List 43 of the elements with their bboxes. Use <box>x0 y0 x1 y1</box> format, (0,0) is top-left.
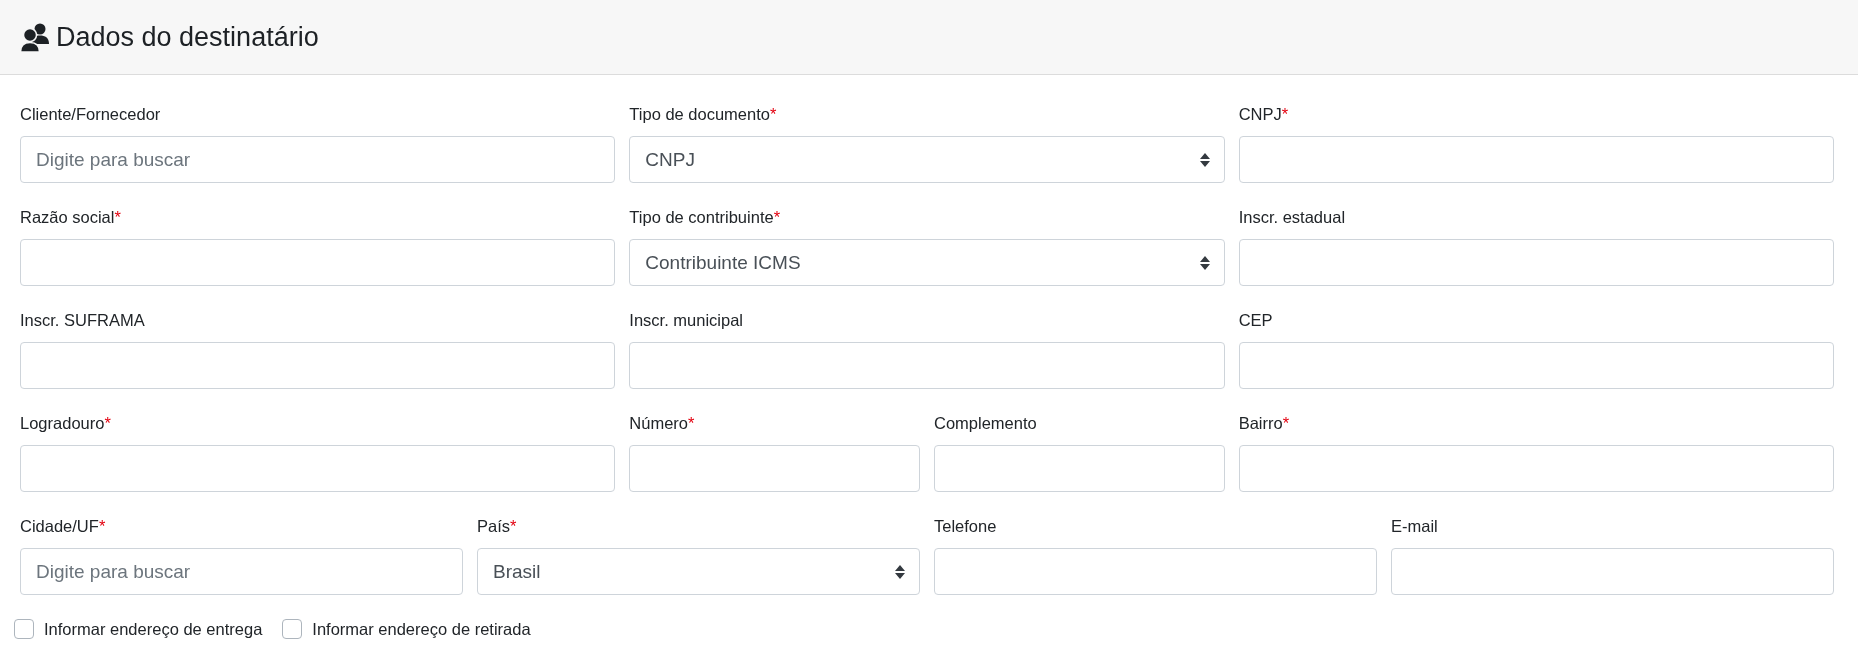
input-field[interactable] <box>1238 342 1834 389</box>
input-field[interactable] <box>20 342 616 389</box>
input-field[interactable]: Digite para buscar <box>20 136 616 183</box>
input-field[interactable] <box>1238 445 1834 492</box>
section-title: Dados do destinatário <box>56 21 319 53</box>
field-label: Cidade/UF* <box>20 516 106 537</box>
field-label: Número* <box>629 413 695 434</box>
input-field[interactable]: Digite para buscar <box>20 548 463 595</box>
field-label: Inscr. SUFRAMA <box>20 310 145 331</box>
field-label: Inscr. estadual <box>1238 207 1346 228</box>
input-field[interactable] <box>629 342 1225 389</box>
input-field[interactable] <box>1391 548 1834 595</box>
checkbox-label[interactable]: Informar endereço de entrega <box>44 617 263 641</box>
select-field[interactable]: Brasil <box>477 548 920 595</box>
field-label: Bairro* <box>1238 413 1290 434</box>
field-label: Razão social* <box>20 207 121 228</box>
select-field[interactable]: Contribuinte ICMS <box>629 239 1225 286</box>
field-label: Cliente/Fornecedor <box>20 104 161 125</box>
select-field[interactable]: CNPJ <box>629 136 1225 183</box>
input-field[interactable] <box>1238 136 1834 183</box>
sort-caret-icon <box>1199 255 1210 270</box>
input-field[interactable] <box>1238 239 1834 286</box>
checkbox-label[interactable]: Informar endereço de retirada <box>312 617 531 641</box>
input-field[interactable] <box>20 239 616 286</box>
field-label: Inscr. municipal <box>629 310 744 331</box>
users-icon <box>20 22 50 52</box>
field-label: Telefone <box>934 516 997 537</box>
checkbox[interactable] <box>14 619 34 639</box>
checkbox[interactable] <box>282 619 303 639</box>
field-label: Complemento <box>934 413 1037 434</box>
field-label: Tipo de contribuinte* <box>629 207 781 228</box>
field-label: CEP <box>1238 310 1273 331</box>
field-label: Tipo de documento* <box>629 104 777 125</box>
field-label: País* <box>477 516 517 537</box>
input-field[interactable] <box>629 445 920 492</box>
sort-caret-icon <box>1199 152 1210 167</box>
input-field[interactable] <box>20 445 616 492</box>
input-field[interactable] <box>934 445 1225 492</box>
sort-caret-icon <box>895 564 905 579</box>
field-label: CNPJ* <box>1238 104 1289 125</box>
input-field[interactable] <box>934 548 1377 595</box>
field-label: E-mail <box>1391 516 1438 537</box>
field-label: Logradouro* <box>20 413 111 434</box>
